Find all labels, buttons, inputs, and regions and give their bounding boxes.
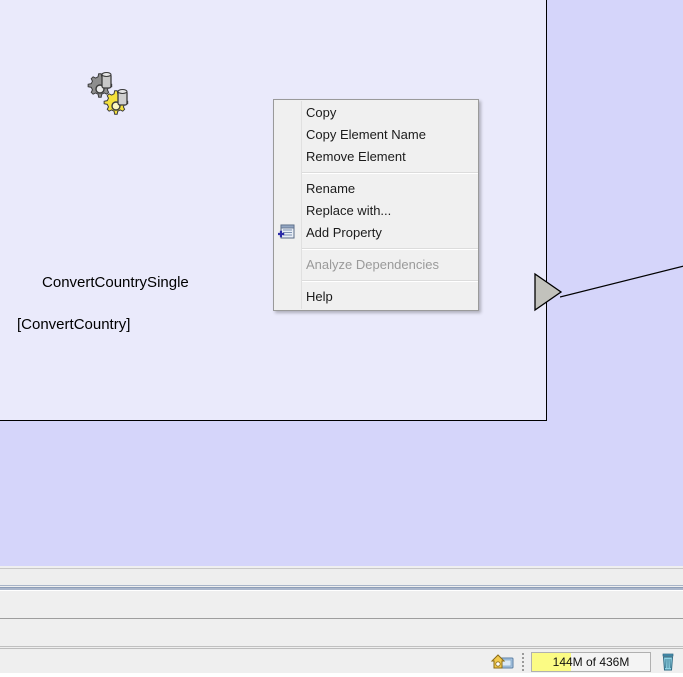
menu-separator — [302, 280, 478, 282]
menu-item-label: Help — [306, 289, 333, 304]
menu-item-copy-element-name[interactable]: Copy Element Name — [274, 124, 478, 146]
panel-strip-upper — [0, 568, 683, 586]
element-type-label: [ConvertCountry] — [17, 314, 277, 335]
menu-item-label: Add Property — [306, 225, 382, 240]
element-caption: ConvertCountrySingle [ConvertCountry] — [17, 251, 277, 377]
panel-splitter[interactable] — [0, 587, 683, 591]
menu-item-label: Replace with... — [306, 203, 391, 218]
gears-icon[interactable] — [83, 71, 135, 121]
trash-icon[interactable] — [656, 652, 680, 672]
menu-separator — [302, 248, 478, 250]
menu-item-copy[interactable]: Copy — [274, 102, 478, 124]
connector-line[interactable] — [560, 264, 683, 298]
menu-item-label: Copy Element Name — [306, 127, 426, 142]
menu-item-analyze-dependencies: Analyze Dependencies — [274, 254, 478, 276]
panel-strip-lower — [0, 619, 683, 647]
menu-item-add-property[interactable]: Add Property — [274, 222, 478, 244]
add-property-icon — [278, 224, 297, 242]
menu-item-label: Copy — [306, 105, 336, 120]
menu-item-help[interactable]: Help — [274, 286, 478, 308]
menu-item-label: Remove Element — [306, 149, 406, 164]
menu-separator — [302, 172, 478, 174]
drag-grip[interactable] — [521, 652, 529, 672]
status-bar: 144M of 436M — [0, 648, 683, 673]
memory-indicator[interactable]: 144M of 436M — [531, 652, 651, 672]
menu-item-replace-with[interactable]: Replace with... — [274, 200, 478, 222]
menu-item-rename[interactable]: Rename — [274, 178, 478, 200]
context-menu[interactable]: Copy Copy Element Name Remove Element Re… — [273, 99, 479, 311]
panel-strip-middle — [0, 592, 683, 619]
home-monitor-icon[interactable] — [489, 652, 517, 673]
menu-item-label: Analyze Dependencies — [306, 257, 439, 272]
menu-item-remove-element[interactable]: Remove Element — [274, 146, 478, 168]
element-name: ConvertCountrySingle — [42, 274, 189, 291]
memory-label: 144M of 436M — [532, 653, 650, 671]
menu-item-label: Rename — [306, 181, 355, 196]
